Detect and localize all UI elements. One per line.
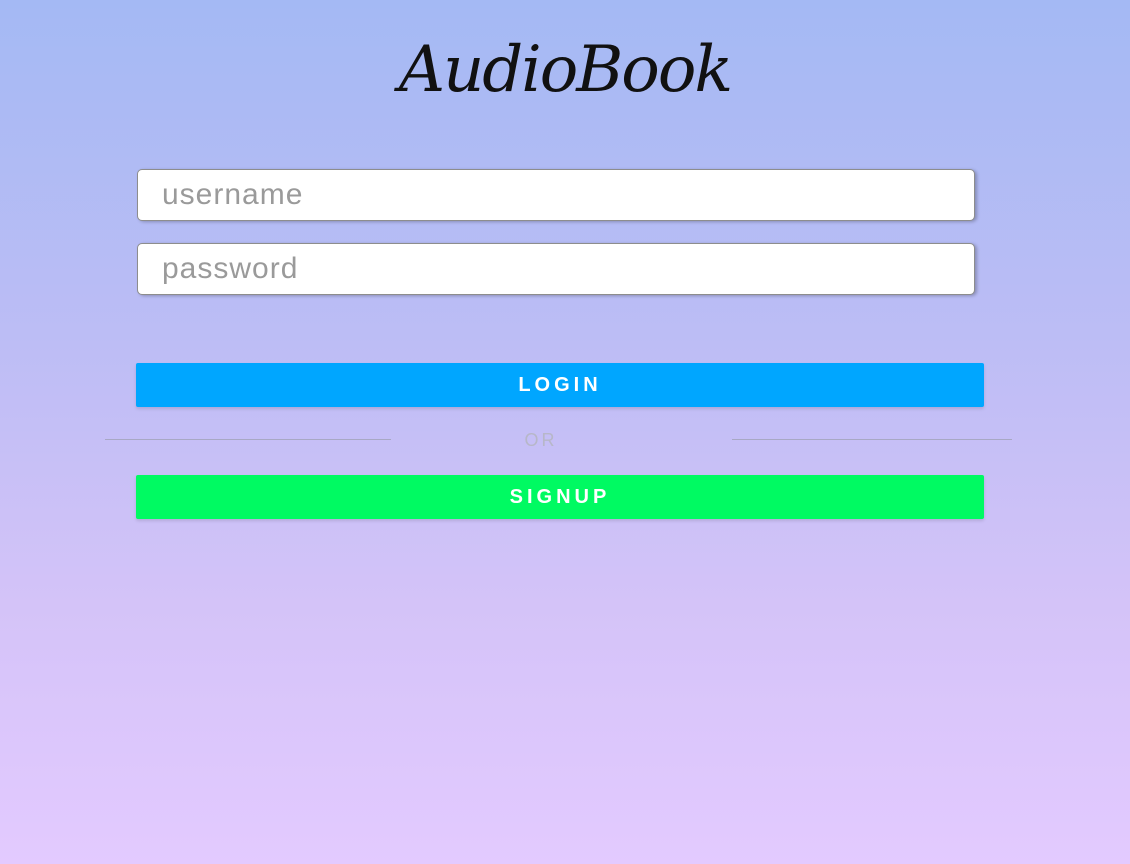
- divider-line-right: [732, 439, 1012, 440]
- login-button[interactable]: LOGIN: [136, 363, 984, 407]
- signup-button[interactable]: SIGNUP: [136, 475, 984, 519]
- app-title: AudioBook: [398, 33, 733, 107]
- password-input[interactable]: [137, 243, 975, 295]
- username-input[interactable]: [137, 169, 975, 221]
- divider-line-left: [105, 439, 391, 440]
- divider-or-label: OR: [524, 430, 558, 450]
